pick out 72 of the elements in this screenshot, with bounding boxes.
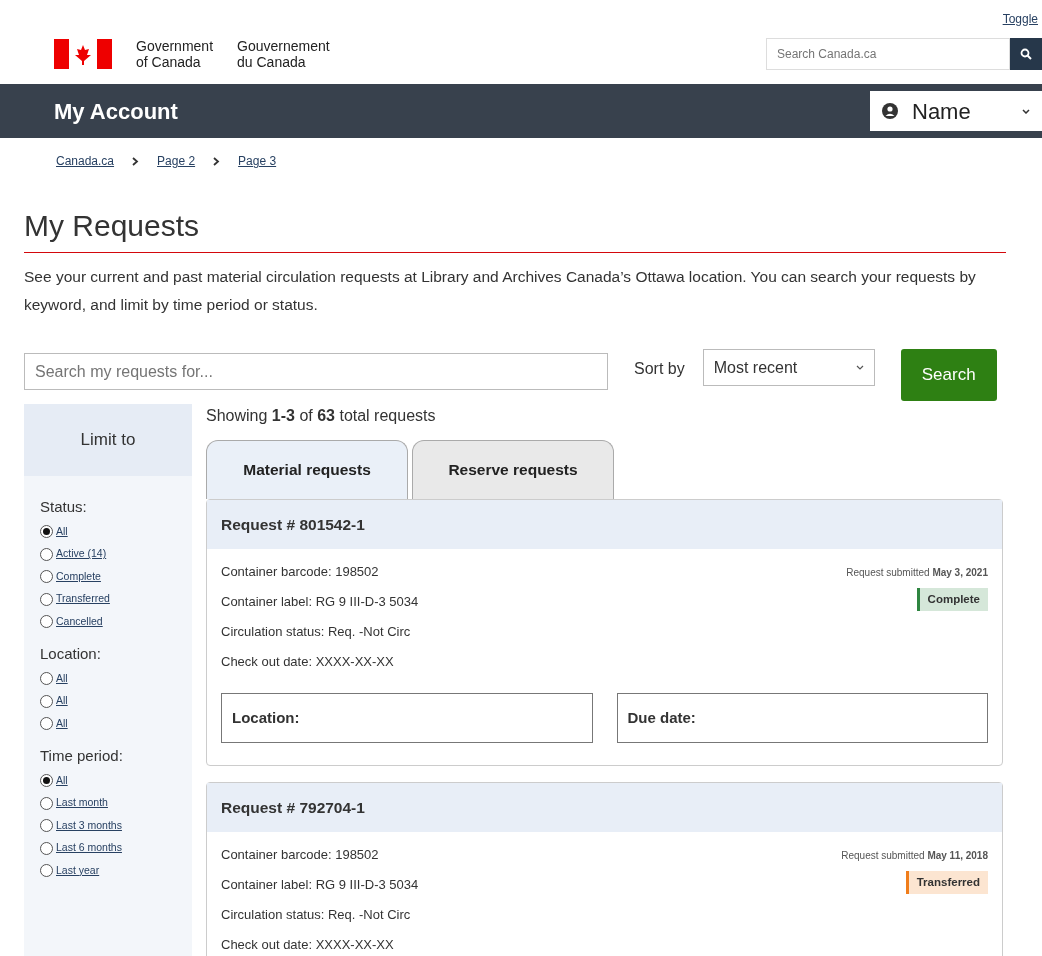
breadcrumb-link[interactable]: Page 2 xyxy=(157,152,196,170)
filter-option[interactable]: All xyxy=(56,523,68,540)
submitted-date: Request submitted May 11, 2018 xyxy=(841,849,988,863)
search-field[interactable]: Search my requests for... xyxy=(24,353,608,390)
radio-button[interactable] xyxy=(40,841,53,855)
radio-button[interactable] xyxy=(40,615,53,629)
user-menu[interactable]: Name xyxy=(870,91,1042,131)
filter-option[interactable]: Last year xyxy=(56,862,100,879)
search-button[interactable]: Search xyxy=(900,349,997,401)
request-detail: Check out date: XXXX-XX-XX xyxy=(221,653,395,672)
page-heading: My Requests xyxy=(24,208,1006,253)
filter-option[interactable]: Last 3 months xyxy=(56,817,122,834)
radio-button[interactable] xyxy=(40,774,53,788)
filter-option[interactable]: All xyxy=(56,772,68,789)
request-detail: Container label: RG 9 III-D-3 5034 xyxy=(221,876,419,895)
radio-button[interactable] xyxy=(40,819,53,833)
government-name: Government of Canada xyxy=(136,38,214,70)
filter-label: Status: xyxy=(40,497,88,517)
request-detail: Circulation status: Req. -Not Circ xyxy=(221,906,412,925)
breadcrumb-link[interactable]: Canada.ca xyxy=(56,152,115,170)
status-tag: Transferred xyxy=(905,871,988,895)
caret-icon xyxy=(1022,108,1030,114)
flag-icon xyxy=(54,39,112,69)
info-box: Due date: xyxy=(616,693,988,743)
caret-icon xyxy=(855,365,864,370)
results-summary: Showing 1-3 of 63 total requests xyxy=(206,406,437,426)
filter-option[interactable]: Complete xyxy=(56,568,101,585)
filter-option[interactable]: Last 6 months xyxy=(56,840,122,857)
filter-option[interactable]: Last month xyxy=(56,795,108,812)
intro-text: See your current and past material circulation requests at Library and Archives Canada’s Ottawa location. You can search your requests by keyword, and limit by time period or status. xyxy=(24,267,977,315)
radio-button[interactable] xyxy=(40,592,53,606)
search-button[interactable] xyxy=(1010,38,1042,70)
status-tag: Complete xyxy=(916,588,988,612)
chevron-icon xyxy=(132,156,140,166)
breadcrumb-link[interactable]: Page 3 xyxy=(238,152,277,170)
request-title: Request # 792704-1 xyxy=(207,783,1002,832)
info-box: Location: xyxy=(221,693,593,743)
toggle-link[interactable]: Toggle xyxy=(1002,12,1038,26)
request-detail: Container label: RG 9 III-D-3 5034 xyxy=(221,593,419,612)
filter-option[interactable]: Transferred xyxy=(56,591,110,608)
tab[interactable]: Reserve requests xyxy=(412,440,614,499)
account-title: My Account xyxy=(54,97,178,126)
sort-label: Sort by xyxy=(634,359,685,379)
request-detail: Container barcode: 198502 xyxy=(221,846,380,865)
filter-option[interactable]: Active (14) xyxy=(56,546,107,563)
filter-option[interactable]: Cancelled xyxy=(56,613,103,630)
filter-option[interactable]: All xyxy=(56,715,68,732)
request-detail: Check out date: XXXX-XX-XX xyxy=(221,936,395,955)
site-search-field[interactable]: Search Canada.ca xyxy=(766,38,1010,70)
radio-button[interactable] xyxy=(40,694,53,708)
request-title: Request # 801542-1 xyxy=(207,500,1002,549)
sidebar-title: Limit to xyxy=(24,404,192,476)
filter-option[interactable]: All xyxy=(56,670,68,687)
radio-button[interactable] xyxy=(40,796,53,810)
radio-button[interactable] xyxy=(40,672,53,686)
radio-button[interactable] xyxy=(40,717,53,731)
chevron-icon xyxy=(213,156,221,166)
filter-label: Location: xyxy=(40,644,102,664)
request-detail: Circulation status: Req. -Not Circ xyxy=(221,623,412,642)
search-icon xyxy=(1020,48,1032,60)
filter-label: Time period: xyxy=(40,746,124,766)
government-name: Gouvernement du Canada xyxy=(237,38,330,70)
radio-button[interactable] xyxy=(40,864,53,878)
user-icon xyxy=(882,103,898,119)
tab[interactable]: Material requests xyxy=(206,440,408,499)
sort-dropdown[interactable]: Most recent xyxy=(702,349,875,386)
filter-option[interactable]: All xyxy=(56,693,68,710)
request-detail: Container barcode: 198502 xyxy=(221,563,380,582)
radio-button[interactable] xyxy=(40,547,53,561)
radio-button[interactable] xyxy=(40,525,53,539)
radio-button[interactable] xyxy=(40,570,53,584)
submitted-date: Request submitted May 3, 2021 xyxy=(846,566,988,580)
